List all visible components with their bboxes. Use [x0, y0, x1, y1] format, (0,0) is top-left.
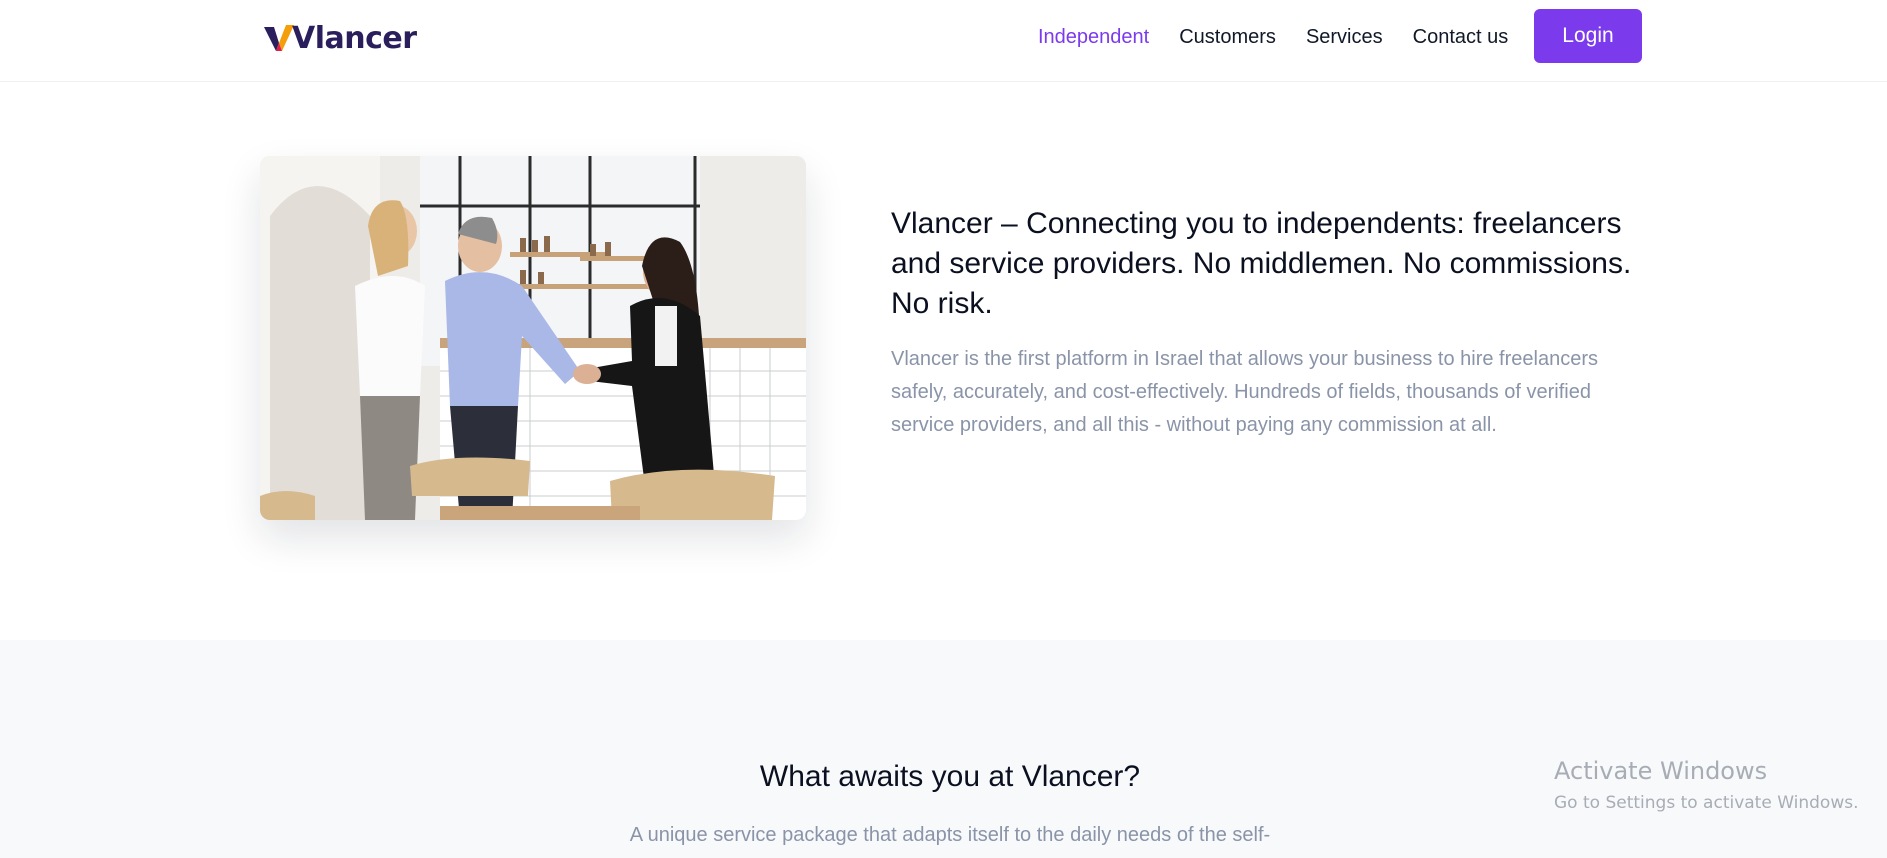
watermark-line2: Go to Settings to activate Windows. [1554, 793, 1859, 813]
handshake-photo-illustration [260, 156, 806, 520]
vlancer-logo[interactable]: Vlancer [262, 18, 417, 58]
nav-contact-us[interactable]: Contact us [1413, 26, 1509, 49]
features-subtitle: A unique service package that adapts its… [629, 824, 1271, 846]
login-button[interactable]: Login [1534, 9, 1642, 63]
top-navbar: Vlancer Independent Customers Services C… [0, 0, 1887, 82]
hero-description: Vlancer is the first platform in Israel … [891, 348, 1598, 436]
nav-independent[interactable]: Independent [1038, 26, 1149, 49]
hero-title: Vlancer – Connecting you to independents… [891, 207, 1632, 320]
nav-services[interactable]: Services [1306, 26, 1383, 49]
logo-v-icon [264, 25, 294, 51]
watermark-line1: Activate Windows [1554, 757, 1768, 785]
logo-text: Vlancer [292, 20, 417, 56]
hero-handshake-image [260, 156, 806, 520]
main-nav: Independent Customers Services Contact u… [1030, 0, 1508, 74]
activate-windows-watermark: Activate Windows Go to Settings to activ… [1554, 756, 1874, 816]
nav-customers[interactable]: Customers [1179, 26, 1276, 49]
